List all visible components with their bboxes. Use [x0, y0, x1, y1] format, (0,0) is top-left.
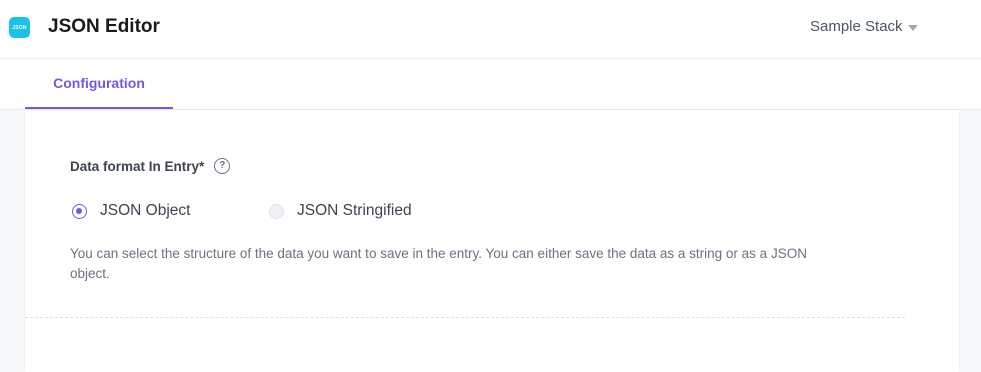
tab-bar: Configuration — [0, 59, 981, 110]
radio-json-object-label: JSON Object — [100, 202, 191, 219]
radio-checked-icon[interactable] — [72, 203, 87, 219]
json-logo-icon: JSON — [9, 17, 30, 38]
caret-down-icon — [907, 24, 918, 31]
tab-configuration[interactable]: Configuration — [25, 59, 173, 109]
radio-json-stringified[interactable]: JSON Stringified — [269, 202, 412, 220]
stack-selector[interactable]: Sample Stack — [810, 18, 918, 35]
app-title: JSON Editor — [48, 16, 160, 37]
data-format-label: Data format In Entry* ? — [70, 158, 231, 174]
help-text: You can select the structure of the data… — [70, 246, 807, 281]
help-icon[interactable]: ? — [214, 158, 231, 174]
configuration-card: Data format In Entry* ? JSON Object JSON… — [25, 110, 959, 372]
radio-unchecked-icon[interactable] — [269, 203, 284, 219]
app-header: JSON JSON Editor Sample Stack — [0, 0, 981, 59]
stack-name: Sample Stack — [810, 18, 903, 35]
radio-json-object[interactable]: JSON Object — [72, 202, 190, 220]
radio-json-stringified-label: JSON Stringified — [297, 202, 412, 219]
section-divider — [25, 317, 905, 318]
data-format-label-text: Data format In Entry* — [70, 158, 205, 174]
